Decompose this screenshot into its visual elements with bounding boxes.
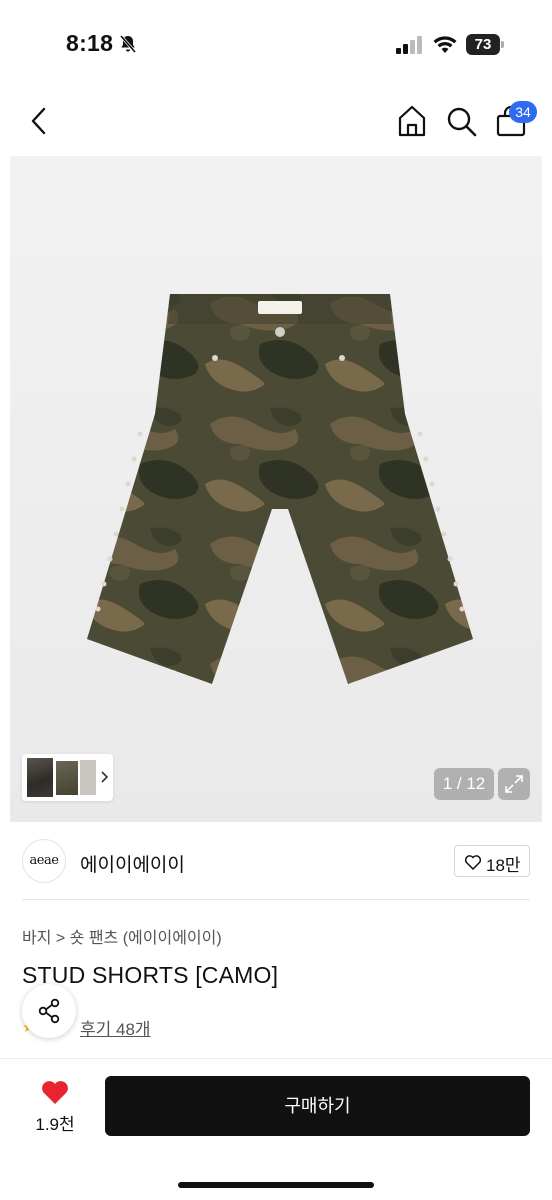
battery-level: 73 bbox=[466, 34, 500, 55]
wifi-icon bbox=[433, 36, 457, 53]
thumbnail-strip[interactable] bbox=[22, 754, 113, 801]
thumbnail-image[interactable] bbox=[56, 761, 78, 795]
share-icon bbox=[38, 998, 60, 1024]
brand-logo[interactable]: aeae bbox=[22, 839, 66, 883]
thumbnail-image[interactable] bbox=[80, 760, 96, 795]
status-bar: 8:18 73 bbox=[0, 0, 552, 90]
cart-count-badge: 34 bbox=[509, 101, 537, 123]
home-indicator bbox=[178, 1182, 374, 1188]
battery-tip bbox=[501, 41, 504, 48]
battery-indicator: 73 bbox=[466, 34, 504, 55]
thumbnail-image[interactable] bbox=[27, 758, 53, 797]
product-image-gallery[interactable]: 1 / 12 bbox=[10, 156, 542, 822]
expand-image-button[interactable] bbox=[498, 768, 530, 800]
wish-count: 1.9천 bbox=[35, 1115, 75, 1134]
expand-icon bbox=[505, 775, 523, 793]
brand-name[interactable]: 에이이에이이 bbox=[80, 850, 185, 877]
cellular-signal-icon bbox=[396, 36, 422, 54]
status-time: 8:18 bbox=[66, 30, 114, 56]
share-button[interactable] bbox=[22, 984, 76, 1038]
product-image bbox=[87, 294, 473, 684]
brand-like-count: 18만 bbox=[486, 856, 521, 875]
review-link[interactable]: 후기 48개 bbox=[80, 1015, 151, 1040]
bell-slash-icon bbox=[119, 35, 137, 53]
product-title: STUD SHORTS [CAMO] bbox=[22, 962, 279, 988]
back-icon[interactable] bbox=[26, 106, 52, 136]
home-icon[interactable] bbox=[396, 104, 428, 138]
search-icon[interactable] bbox=[445, 104, 477, 138]
heart-outline-icon bbox=[464, 855, 482, 870]
image-page-indicator: 1 / 12 bbox=[434, 768, 494, 800]
buy-button[interactable]: 구매하기 bbox=[105, 1076, 530, 1136]
breadcrumb[interactable]: 바지 > 숏 팬츠 (에이이에이이) bbox=[22, 924, 222, 948]
divider bbox=[22, 899, 530, 900]
chevron-right-icon bbox=[101, 771, 109, 783]
brand-like-button[interactable]: 18만 bbox=[454, 845, 530, 877]
heart-filled-icon[interactable] bbox=[40, 1078, 70, 1106]
